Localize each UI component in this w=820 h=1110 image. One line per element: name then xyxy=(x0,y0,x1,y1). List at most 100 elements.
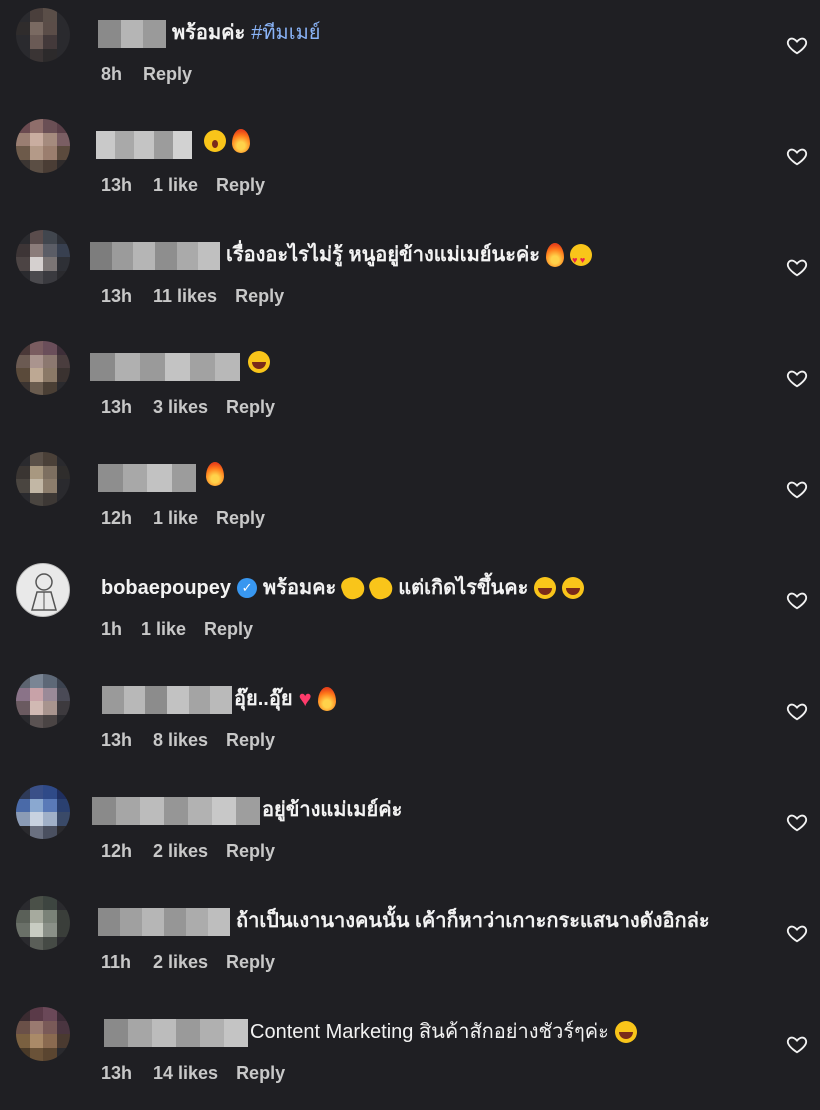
blurred-username[interactable] xyxy=(104,1019,248,1047)
comment-row: 13h 3 likes Reply xyxy=(0,333,820,444)
reply-button[interactable]: Reply xyxy=(226,395,275,419)
heart-outline-icon[interactable] xyxy=(786,589,808,611)
like-count[interactable]: 1 like xyxy=(153,173,198,197)
comment-body: ถ้าเป็นเงานางคนนั้น เค้าก็หาว่าเกาะกระแส… xyxy=(236,910,710,932)
timestamp: 13h xyxy=(101,730,133,750)
comment-text: พร้อมค่ะ #ทีมเมย์ xyxy=(172,18,320,48)
clapping-emoji-icon xyxy=(339,573,368,603)
username[interactable]: bobaepoupey xyxy=(101,573,231,603)
reply-button[interactable]: Reply xyxy=(216,506,265,530)
comment-text xyxy=(206,462,224,486)
avatar[interactable] xyxy=(16,341,70,395)
reply-button[interactable]: Reply xyxy=(226,950,275,974)
reply-button[interactable]: Reply xyxy=(226,839,275,863)
blurred-username[interactable] xyxy=(98,908,230,936)
reply-button[interactable]: Reply xyxy=(216,173,265,197)
avatar[interactable] xyxy=(16,785,70,839)
avatar[interactable] xyxy=(16,674,70,728)
laughing-emoji-icon xyxy=(248,351,270,373)
laughing-emoji-icon xyxy=(614,1021,637,1043)
comment-text xyxy=(248,351,270,373)
comment-meta: 13h 3 likes Reply xyxy=(101,395,275,419)
timestamp: 12h xyxy=(101,841,133,861)
comment-row: ถ้าเป็นเงานางคนนั้น เค้าก็หาว่าเกาะกระแส… xyxy=(0,888,820,999)
like-count[interactable]: 1 like xyxy=(153,506,198,530)
comment-row: 13h 1 like Reply xyxy=(0,111,820,222)
comment-meta: 1h 1 like Reply xyxy=(101,617,253,641)
like-count[interactable]: 2 likes xyxy=(153,950,208,974)
clapping-emoji-icon xyxy=(367,573,396,603)
timestamp: 13h xyxy=(101,1063,133,1083)
blurred-username[interactable] xyxy=(98,20,167,48)
comment-meta: 13h 11 likes Reply xyxy=(101,284,284,308)
timestamp: 13h xyxy=(101,286,133,306)
verified-badge-icon: ✓ xyxy=(237,578,258,598)
avatar[interactable] xyxy=(16,1007,70,1061)
blurred-username[interactable] xyxy=(96,131,193,159)
heart-outline-icon[interactable] xyxy=(786,478,808,500)
pink-heart-emoji-icon: ♥ xyxy=(298,686,312,711)
fire-emoji-icon xyxy=(546,243,565,267)
heart-outline-icon[interactable] xyxy=(786,367,808,389)
avatar[interactable] xyxy=(16,896,70,950)
comment-meta: 8h Reply xyxy=(101,62,192,86)
shocked-emoji-icon xyxy=(204,130,226,152)
comment-text: bobaepoupey ✓ พร้อมคะ แต่เกิดไรขึ้นคะ xyxy=(101,573,585,603)
heart-eyes-emoji-icon xyxy=(570,244,593,275)
comment-body: อยู่ข้างแม่เมย์ค่ะ xyxy=(262,799,403,821)
heart-outline-icon[interactable] xyxy=(786,811,808,833)
comment-body-2: แต่เกิดไรขึ้นคะ xyxy=(398,577,529,599)
reply-button[interactable]: Reply xyxy=(204,617,253,641)
comment-meta: 12h 2 likes Reply xyxy=(101,839,275,863)
fire-emoji-icon xyxy=(232,129,250,153)
comment-row: Content Marketing สินค้าสักอย่างชัวร์ๆค่… xyxy=(0,999,820,1110)
comment-meta: 13h 14 likes Reply xyxy=(101,1061,285,1085)
comment-row: พร้อมค่ะ #ทีมเมย์ 8h Reply xyxy=(0,0,820,111)
like-count[interactable]: 14 likes xyxy=(153,1061,218,1085)
blurred-username[interactable] xyxy=(90,353,240,381)
comment-body: อุ๊ย..อุ๊ย xyxy=(234,688,293,710)
avatar[interactable] xyxy=(16,8,70,62)
laughing-emoji-icon xyxy=(534,577,557,599)
like-count[interactable]: 11 likes xyxy=(153,284,217,308)
comment-meta: 13h 1 like Reply xyxy=(101,173,265,197)
heart-outline-icon[interactable] xyxy=(786,922,808,944)
laughing-emoji-icon xyxy=(562,577,585,599)
avatar[interactable] xyxy=(16,452,70,506)
timestamp: 13h xyxy=(101,397,133,417)
like-count[interactable]: 3 likes xyxy=(153,395,208,419)
avatar[interactable] xyxy=(16,119,70,173)
comment-row: เรื่องอะไรไม่รู้ หนูอยู่ข้างแม่เมย์นะค่ะ… xyxy=(0,222,820,333)
reply-button[interactable]: Reply xyxy=(226,728,275,752)
comment-row: 12h 1 like Reply xyxy=(0,444,820,555)
heart-outline-icon[interactable] xyxy=(786,700,808,722)
comment-body: เรื่องอะไรไม่รู้ หนูอยู่ข้างแม่เมย์นะค่ะ xyxy=(226,244,541,266)
heart-outline-icon[interactable] xyxy=(786,34,808,56)
comment-text: เรื่องอะไรไม่รู้ หนูอยู่ข้างแม่เมย์นะค่ะ xyxy=(226,240,593,275)
blurred-username[interactable] xyxy=(98,464,196,492)
comment-row: bobaepoupey ✓ พร้อมคะ แต่เกิดไรขึ้นคะ 1h… xyxy=(0,555,820,666)
heart-outline-icon[interactable] xyxy=(786,256,808,278)
timestamp: 1h xyxy=(101,619,123,639)
comment-body: พร้อมคะ xyxy=(263,577,337,599)
comment-text xyxy=(204,129,250,153)
avatar[interactable] xyxy=(16,230,70,284)
like-count[interactable]: 2 likes xyxy=(153,839,208,863)
heart-outline-icon[interactable] xyxy=(786,145,808,167)
comment-meta: 11h 2 likes Reply xyxy=(101,950,275,974)
heart-outline-icon[interactable] xyxy=(786,1033,808,1055)
blurred-username[interactable] xyxy=(92,797,260,825)
reply-button[interactable]: Reply xyxy=(143,62,192,86)
blurred-username[interactable] xyxy=(102,686,233,714)
timestamp: 12h xyxy=(101,508,133,528)
like-count[interactable]: 1 like xyxy=(141,617,186,641)
avatar[interactable] xyxy=(16,563,70,617)
hashtag-link[interactable]: #ทีมเมย์ xyxy=(251,18,320,48)
comment-text: Content Marketing สินค้าสักอย่างชัวร์ๆค่… xyxy=(250,1017,637,1047)
fire-emoji-icon xyxy=(317,687,336,711)
timestamp: 11h xyxy=(101,952,132,972)
blurred-username[interactable] xyxy=(90,242,221,270)
reply-button[interactable]: Reply xyxy=(236,1061,285,1085)
like-count[interactable]: 8 likes xyxy=(153,728,208,752)
reply-button[interactable]: Reply xyxy=(235,284,284,308)
